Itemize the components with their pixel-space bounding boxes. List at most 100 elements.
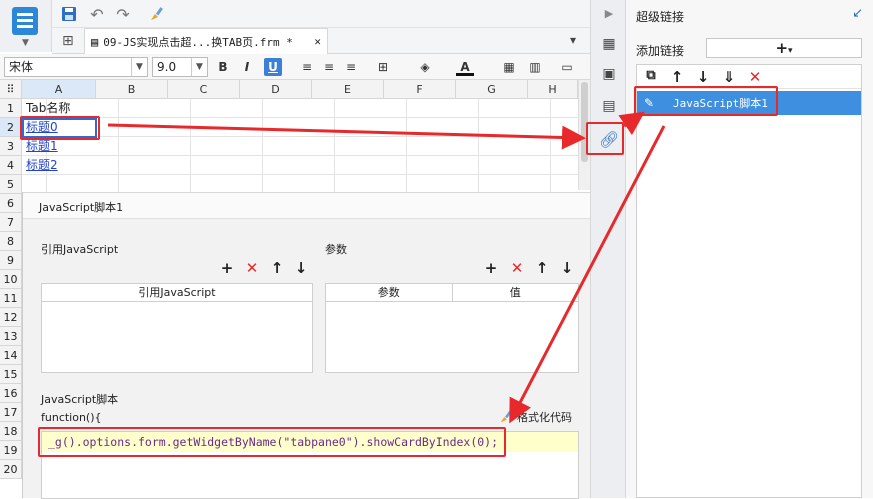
chevron-right-icon[interactable]: ▶ <box>599 4 619 24</box>
more-icon[interactable]: ▭ <box>558 58 576 76</box>
underline-button[interactable]: U <box>264 58 282 76</box>
add-icon[interactable]: + <box>483 259 499 277</box>
column-header[interactable]: C <box>168 80 240 99</box>
right-tool-strip: ▶ ▦ ▣ ▤ 🔗︎ <box>590 0 626 498</box>
hyperlink-panel: 超级链接 ↙ 添加链接 +▾ ⧉ ↑ ↓ ⇓ ✕ ✎ JavaScript脚本1 <box>626 0 873 498</box>
row-header[interactable]: 18 <box>0 422 22 441</box>
arrow-up-icon[interactable]: ↑ <box>534 259 550 277</box>
column-header[interactable]: H <box>528 80 578 99</box>
border-icon[interactable]: ⊞ <box>374 58 392 76</box>
row-header[interactable]: 20 <box>0 460 22 479</box>
delete-icon[interactable]: ✕ <box>509 259 525 277</box>
row-header[interactable]: 10 <box>0 270 22 289</box>
tab-title: 09-JS实现点击超...换TAB页.frm * <box>103 35 293 49</box>
annotation-box <box>634 86 778 116</box>
row-header[interactable]: 2 <box>0 118 22 137</box>
row-header[interactable]: 3 <box>0 137 22 156</box>
arrow-down-icon[interactable]: ↓ <box>559 259 575 277</box>
align-right-icon[interactable]: ≡ <box>342 58 360 76</box>
delete-icon[interactable]: ✕ <box>747 68 763 86</box>
tab-menu-icon[interactable]: ▾ <box>570 33 576 47</box>
grid-icon[interactable]: ⊞ <box>62 33 74 49</box>
param-table-header: 参数 值 <box>326 284 578 302</box>
widget-info-icon[interactable]: ▣ <box>599 64 619 84</box>
add-link-label: 添加链接 <box>636 44 685 58</box>
panel-title: JavaScript脚本1 <box>39 201 124 214</box>
font-family-select[interactable]: 宋体 ▼ <box>4 57 148 77</box>
row-header[interactable]: 7 <box>0 213 22 232</box>
collapse-icon[interactable]: ↙ <box>852 6 863 21</box>
save-icon[interactable] <box>58 3 80 25</box>
close-icon[interactable]: ✕ <box>314 35 321 48</box>
column-header[interactable]: A <box>22 80 96 99</box>
annotation-box <box>20 116 100 140</box>
column-header[interactable]: F <box>384 80 456 99</box>
cell-a4[interactable]: 标题2 <box>22 156 58 175</box>
row-header[interactable]: 12 <box>0 308 22 327</box>
format-code-button[interactable]: 格式化代码 <box>499 409 572 425</box>
copy-icon[interactable]: ⧉ <box>643 68 659 83</box>
column-header[interactable]: D <box>240 80 312 99</box>
app-logo[interactable]: ▼ <box>0 0 52 52</box>
arrow-up-icon[interactable]: ↑ <box>269 259 285 277</box>
align-left-icon[interactable]: ≡ <box>298 58 316 76</box>
document-tabs: ⊞ ▤ 09-JS实现点击超...换TAB页.frm * ✕ ▾ <box>52 28 590 54</box>
row-header[interactable]: 1 <box>0 99 22 118</box>
row-header[interactable]: 5 <box>0 175 22 194</box>
undo-icon[interactable]: ↶ <box>86 3 108 25</box>
add-link-button-label: + <box>775 39 789 57</box>
split-cell-icon[interactable]: ▥ <box>526 58 544 76</box>
row-header[interactable]: 17 <box>0 403 22 422</box>
font-color-button[interactable]: A <box>456 58 474 76</box>
add-link-button[interactable]: +▾ <box>706 38 862 58</box>
italic-button[interactable]: I <box>238 58 256 76</box>
row-header[interactable]: 19 <box>0 441 22 460</box>
merge-cell-icon[interactable]: ▦ <box>500 58 518 76</box>
format-brush-icon <box>500 411 512 423</box>
font-size-select[interactable]: 9.0 ▼ <box>152 57 208 77</box>
font-size-value: 9.0 <box>157 60 177 74</box>
chevron-down-icon: ▼ <box>191 58 207 76</box>
function-header: function(){ <box>41 411 102 424</box>
arrow-up-icon[interactable]: ↑ <box>669 68 685 86</box>
add-icon[interactable]: + <box>219 259 235 277</box>
row-header[interactable]: 16 <box>0 384 22 403</box>
delete-icon[interactable]: ✕ <box>244 259 260 277</box>
row-header[interactable]: 13 <box>0 327 22 346</box>
logo-icon <box>12 7 38 35</box>
tab-document[interactable]: ▤ 09-JS实现点击超...换TAB页.frm * ✕ <box>84 28 328 54</box>
form-file-icon: ▤ <box>91 34 99 49</box>
arrow-down-icon[interactable]: ↓ <box>293 259 309 277</box>
format-brush-icon[interactable] <box>146 3 168 25</box>
redo-icon[interactable]: ↷ <box>112 3 134 25</box>
chevron-down-icon: ▼ <box>22 38 29 48</box>
ref-js-group-label: 引用JavaScript <box>41 243 119 256</box>
row-header[interactable]: 6 <box>0 194 22 213</box>
row-header[interactable]: 14 <box>0 346 22 365</box>
bold-button[interactable]: B <box>214 58 232 76</box>
param-table[interactable]: 参数 值 <box>325 283 579 373</box>
align-center-icon[interactable]: ≡ <box>320 58 338 76</box>
row-header[interactable]: 8 <box>0 232 22 251</box>
column-header[interactable]: E <box>312 80 384 99</box>
fill-color-icon[interactable]: ◈ <box>416 58 434 76</box>
row-header[interactable]: 4 <box>0 156 22 175</box>
layout-icon[interactable]: ▦ <box>599 34 619 54</box>
row-header[interactable]: 11 <box>0 289 22 308</box>
select-all-corner[interactable]: ⠿ <box>0 80 22 99</box>
cell-attr-icon[interactable]: ▤ <box>599 96 619 116</box>
annotation-box <box>586 122 624 155</box>
sort-icon[interactable]: ⇓ <box>721 68 737 86</box>
row-header[interactable]: 9 <box>0 251 22 270</box>
column-header[interactable]: G <box>456 80 528 99</box>
chevron-down-icon: ▼ <box>131 58 147 76</box>
column-header[interactable]: B <box>96 80 168 99</box>
arrow-down-icon[interactable]: ↓ <box>695 68 711 86</box>
row-header[interactable]: 15 <box>0 365 22 384</box>
chevron-down-icon: ▾ <box>788 46 793 56</box>
ref-js-table[interactable]: 引用JavaScript <box>41 283 313 373</box>
param-group-label: 参数 <box>325 243 347 256</box>
grid-lines <box>22 99 578 194</box>
param-column-header: 参数 <box>326 284 453 301</box>
font-family-value: 宋体 <box>9 60 34 74</box>
